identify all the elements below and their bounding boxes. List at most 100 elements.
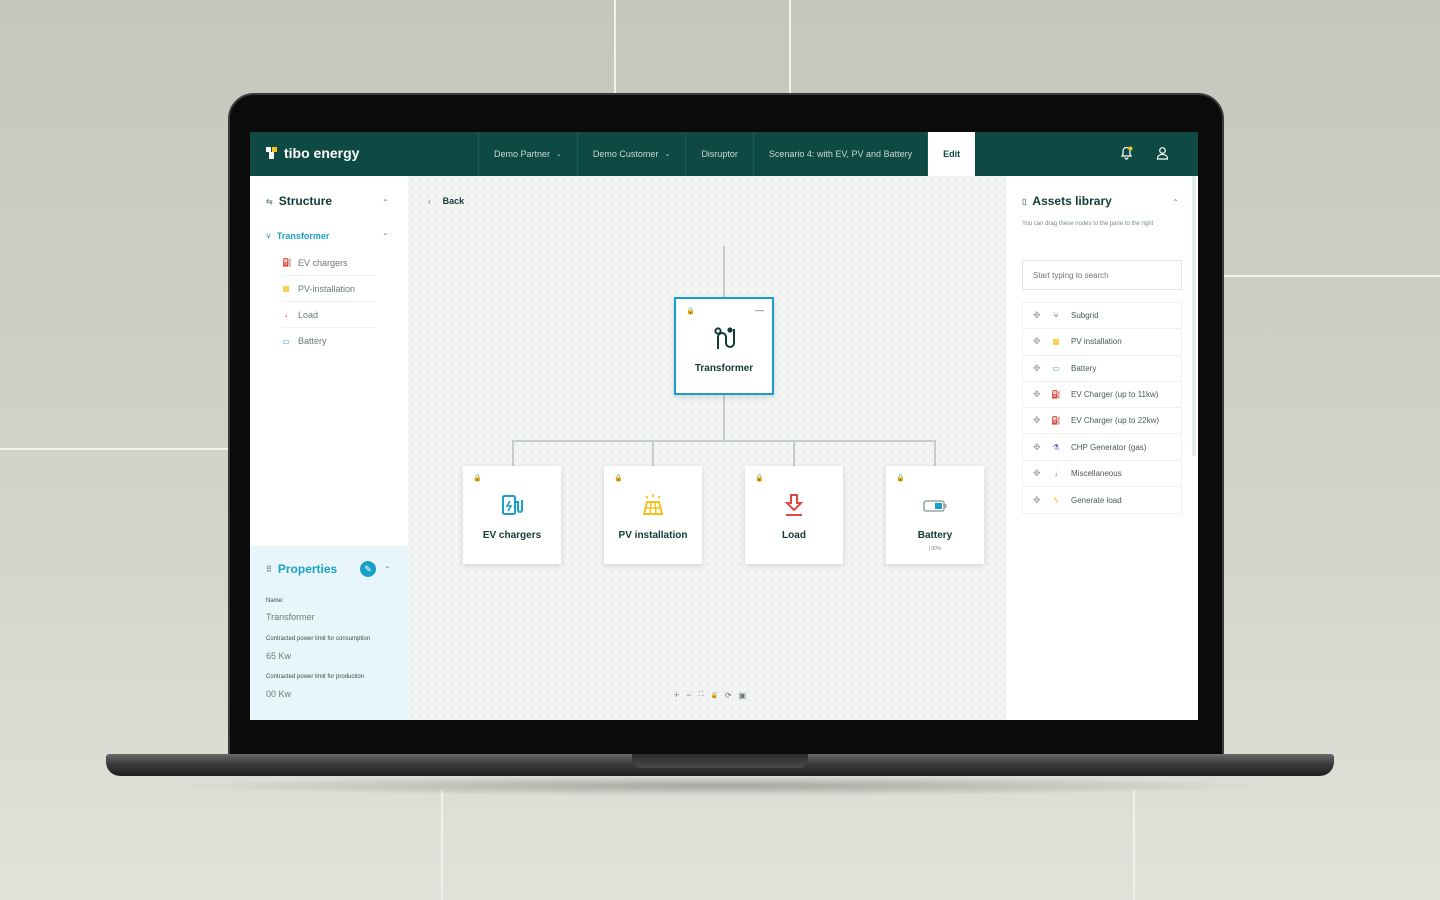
prop-label-name: Name: (266, 598, 284, 604)
misc-icon: ↓ (1054, 468, 1058, 478)
bell-icon (1120, 146, 1133, 160)
brand-logo[interactable]: tibo energy (266, 145, 359, 161)
chevron-up-icon[interactable]: ⌃ (382, 232, 389, 241)
connector-line (793, 440, 795, 466)
tab-edit[interactable]: Edit (927, 132, 976, 176)
asset-label: CHP Generator (gas) (1071, 442, 1147, 452)
solar-panel-icon: ▦ (282, 284, 290, 293)
assets-hint: You can drag these nodes to the pane to … (1022, 221, 1154, 227)
tab-label: Demo Partner (494, 149, 551, 159)
bg-line (0, 448, 228, 450)
drag-handle-icon[interactable]: ✥ (1033, 468, 1041, 479)
connector-line (652, 440, 654, 466)
chevron-left-icon: ‹ (428, 196, 431, 206)
ev-charger-icon: ⛽ (1051, 390, 1061, 400)
header-tabs: Demo Partner ⌄ Demo Customer ⌄ Disruptor… (478, 132, 976, 176)
tree-item-label: Battery (298, 336, 327, 346)
asset-label: Miscellaneous (1071, 468, 1122, 478)
solar-panel-icon (604, 492, 702, 523)
drag-handle-icon[interactable]: ✥ (1033, 495, 1041, 506)
asset-item-miscellaneous[interactable]: ✥ ↓ Miscellaneous (1023, 461, 1181, 488)
tree-item-transformer[interactable]: ⑂ Transformer (266, 231, 329, 241)
asset-item-ev-charger-22kw[interactable]: ✥ ⛽ EV Charger (up to 22kw) (1023, 408, 1181, 435)
chevron-up-icon[interactable]: ⌃ (384, 565, 391, 574)
assets-scrollbar[interactable] (1192, 176, 1196, 456)
rotate-button[interactable]: ⟳ (725, 691, 732, 700)
fit-view-button[interactable]: ⛶ (699, 691, 704, 699)
lightning-icon: ϟ (1053, 495, 1059, 505)
tree-item-battery[interactable]: ▭ Battery (282, 328, 376, 354)
collapse-icon[interactable]: — (755, 305, 764, 315)
bg-line (1224, 275, 1440, 277)
structure-header[interactable]: ⇆ Structure (266, 194, 332, 208)
subgrid-icon: ⑂ (1053, 311, 1059, 321)
asset-item-ev-charger-11kw[interactable]: ✥ ⛽ EV Charger (up to 11kw) (1023, 382, 1181, 409)
structure-sidebar: ⇆ Structure ⌃ ⑂ Transformer ⌃ ⛽ EV charg… (250, 176, 408, 720)
lock-view-button[interactable]: 🔒 (710, 692, 717, 699)
tab-disruptor[interactable]: Disruptor (685, 132, 753, 176)
notification-button[interactable] (1120, 146, 1133, 163)
connector-line (934, 440, 936, 466)
user-menu-button[interactable] (1156, 146, 1169, 163)
structure-icon: ⇆ (266, 196, 273, 206)
asset-item-pv-installation[interactable]: ✥ ▦ PV installation (1023, 329, 1181, 356)
node-load[interactable]: 🔒 Load (745, 466, 843, 564)
battery-icon (886, 496, 984, 521)
tab-scenario[interactable]: Scenario 4: with EV, PV and Battery (752, 132, 927, 176)
pencil-icon: ✎ (364, 563, 372, 574)
node-battery[interactable]: 🔒 Battery | 00% (886, 466, 984, 564)
prop-value-production: 00 Kw (266, 689, 292, 699)
node-label: Transformer (694, 363, 754, 374)
tab-demo-customer[interactable]: Demo Customer ⌄ (576, 132, 685, 176)
tree-item-pv-installation[interactable]: ▦ PV-installation (282, 276, 376, 302)
connector-line (512, 440, 936, 442)
chevron-up-icon[interactable]: ⌃ (382, 198, 389, 207)
asset-label: Subgrid (1071, 311, 1099, 321)
load-arrow-icon (745, 492, 843, 523)
zoom-in-button[interactable]: + (674, 690, 679, 700)
tree-item-label: PV-installation (298, 283, 356, 294)
node-transformer[interactable]: 🔒 — Transformer (674, 297, 774, 395)
lock-icon: 🔒 (896, 475, 905, 482)
node-pv-installation[interactable]: 🔒 PV installation (604, 466, 702, 564)
node-ev-chargers[interactable]: 🔒 EV chargers (463, 466, 561, 564)
tree-item-load[interactable]: ↓ Load (282, 302, 376, 328)
zoom-out-button[interactable]: − (686, 690, 691, 700)
connector-line (723, 246, 725, 298)
asset-item-subgrid[interactable]: ✥ ⑂ Subgrid (1023, 303, 1181, 330)
graph-canvas[interactable]: ‹ Back 🔒 — Transformer 🔒 EV chargers 🔒 P… (408, 176, 1006, 720)
transformer-icon: ⑂ (266, 231, 271, 241)
drag-handle-icon[interactable]: ✥ (1033, 363, 1041, 374)
node-label: Load (782, 530, 806, 541)
chevron-up-icon[interactable]: ⌃ (1172, 198, 1179, 207)
ev-charger-icon: ⛽ (282, 258, 292, 267)
assets-library-header[interactable]: ▯ Assets library (1022, 194, 1112, 208)
tree-root-label: Transformer (276, 231, 330, 241)
back-button[interactable]: ‹ Back (428, 196, 464, 206)
asset-list: ✥ ⑂ Subgrid ✥ ▦ PV installation ✥ ▭ Batt… (1022, 302, 1182, 515)
asset-label: EV Charger (up to 22kw) (1071, 416, 1160, 426)
tab-label: Scenario 4: with EV, PV and Battery (768, 149, 913, 159)
laptop-notch (632, 754, 808, 768)
edit-properties-button[interactable]: ✎ (360, 561, 376, 577)
drag-handle-icon[interactable]: ✥ (1033, 415, 1041, 426)
drag-handle-icon[interactable]: ✥ (1033, 336, 1041, 347)
asset-item-battery[interactable]: ✥ ▭ Battery (1023, 356, 1181, 382)
layout-button[interactable]: ▣ (739, 691, 747, 700)
properties-header[interactable]: ⠿ Properties (266, 562, 337, 576)
drag-handle-icon[interactable]: ✥ (1033, 310, 1041, 321)
tab-label: Demo Customer (592, 149, 659, 159)
node-label: Battery (917, 530, 953, 541)
tab-demo-partner[interactable]: Demo Partner ⌄ (478, 132, 577, 176)
bg-line (1133, 790, 1135, 900)
tab-label: Edit (943, 149, 961, 159)
assets-library-title: Assets library (1032, 194, 1112, 208)
asset-search-input[interactable] (1022, 260, 1182, 290)
drag-handle-icon[interactable]: ✥ (1033, 442, 1041, 453)
asset-item-chp-generator[interactable]: ✥ ⚗ CHP Generator (gas) (1023, 434, 1181, 461)
node-label: EV chargers (482, 530, 542, 541)
prop-value-name: Transformer (266, 612, 315, 622)
asset-item-generate-load[interactable]: ✥ ϟ Generate load (1023, 487, 1181, 513)
drag-handle-icon[interactable]: ✥ (1033, 389, 1041, 400)
tree-item-ev-chargers[interactable]: ⛽ EV chargers (282, 250, 376, 276)
